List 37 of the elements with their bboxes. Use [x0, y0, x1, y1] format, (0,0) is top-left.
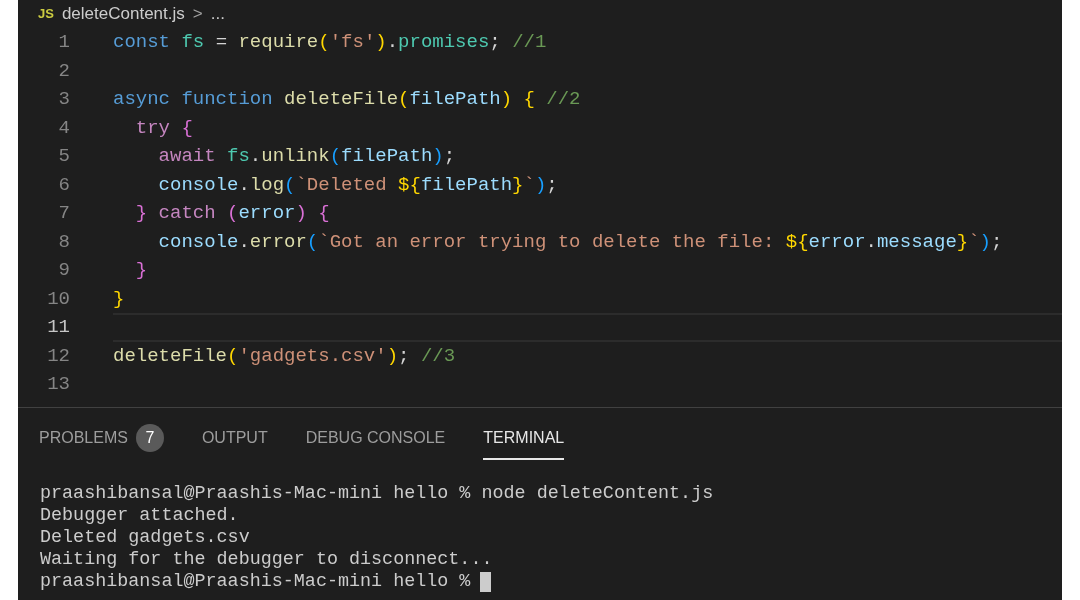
- code-line: console.error(`Got an error trying to delete the file: ${error.message}`);: [157, 229, 1003, 255]
- line-number: 12: [46, 343, 70, 369]
- line-number: 9: [57, 258, 70, 283]
- line-number: 5: [57, 144, 70, 169]
- code-line: deleteFile('gadgets.csv'); //3: [113, 343, 456, 369]
- line-number: 2: [57, 58, 70, 84]
- problems-count-badge: 7: [135, 423, 164, 452]
- code-line: console.log(`Deleted ${filePath}`);: [157, 172, 558, 198]
- code-line: const fs = require('fs').promises; //1: [113, 30, 547, 55]
- terminal-line: Debugger attached.: [40, 504, 239, 527]
- terminal-line: Deleted gadgets.csv: [40, 526, 250, 549]
- panel-tab[interactable]: PROBLEMS 7: [39, 419, 164, 460]
- breadcrumb-separator: >: [192, 3, 203, 26]
- code-line: } catch (error) {: [134, 201, 330, 226]
- terminal-line: Waiting for the debugger to disconnect...: [40, 548, 493, 571]
- code-line: }: [134, 258, 148, 283]
- code-line: try {: [134, 115, 193, 141]
- code-line: await fs.unlink(filePath);: [157, 144, 456, 169]
- code-line: }: [113, 286, 125, 312]
- line-number: 8: [57, 229, 70, 255]
- line-number: 13: [46, 372, 70, 397]
- breadcrumb-more[interactable]: ...: [210, 1, 225, 27]
- terminal-line: praashibansal@Praashis-Mac-mini hello %: [40, 570, 471, 593]
- panel-tab[interactable]: TERMINAL: [483, 419, 565, 460]
- code-line: async function deleteFile(filePath) { //2: [113, 87, 581, 112]
- line-number: 10: [46, 286, 70, 312]
- panel-tab[interactable]: OUTPUT: [201, 419, 268, 460]
- line-number: 3: [57, 87, 70, 112]
- javascript-file-icon: JS: [38, 4, 54, 24]
- panel-tab[interactable]: DEBUG CONSOLE: [305, 419, 446, 460]
- terminal-line: praashibansal@Praashis-Mac-mini hello % node deleteContent.js: [40, 482, 714, 505]
- line-number: 11: [46, 315, 70, 340]
- line-number: 4: [57, 115, 70, 141]
- line-number: 1: [57, 30, 70, 55]
- line-number: 7: [57, 201, 70, 226]
- line-number: 6: [57, 172, 70, 198]
- breadcrumb-file[interactable]: deleteContent.js: [61, 1, 185, 27]
